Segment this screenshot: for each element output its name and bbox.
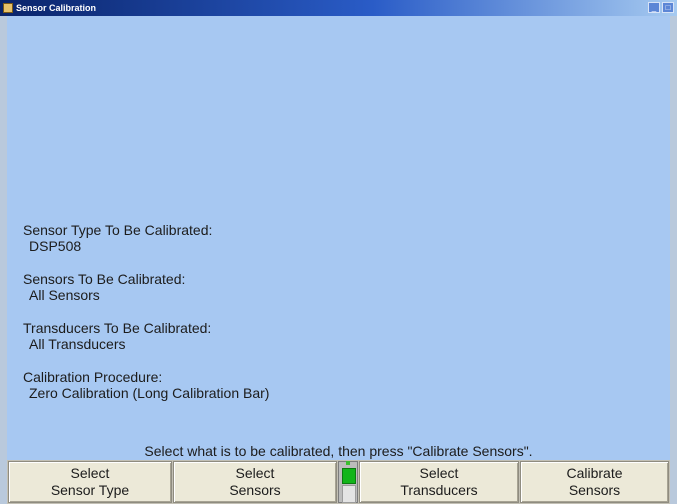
main-panel: Sensor Type To Be Calibrated: DSP508 Sen… — [7, 16, 670, 460]
button-line1: Select — [419, 465, 459, 481]
button-line2: Sensor Type — [50, 482, 130, 498]
sensors-group: Sensors To Be Calibrated: All Sensors — [23, 271, 269, 303]
indicator-cap — [346, 461, 350, 465]
maximize-icon[interactable]: □ — [662, 2, 674, 13]
window-controls: _ □ — [648, 2, 674, 13]
button-line2: Transducers — [400, 482, 478, 498]
sensor-type-label: Sensor Type To Be Calibrated: — [23, 222, 213, 238]
transducers-value: All Transducers — [29, 336, 126, 352]
function-key-bar: Select Sensor Type Select Sensors Select… — [7, 460, 670, 504]
transducers-label: Transducers To Be Calibrated: — [23, 320, 212, 336]
procedure-group: Calibration Procedure: Zero Calibration … — [23, 369, 269, 401]
window-title: Sensor Calibration — [16, 3, 97, 13]
button-line2: Sensors — [229, 482, 281, 498]
app-icon — [3, 3, 13, 13]
minimize-icon[interactable]: _ — [648, 2, 660, 13]
sensors-label: Sensors To Be Calibrated: — [23, 271, 186, 287]
sensor-type-group: Sensor Type To Be Calibrated: DSP508 — [23, 222, 269, 254]
select-sensor-type-button[interactable]: Select Sensor Type — [8, 461, 172, 503]
button-line1: Select — [235, 465, 275, 481]
procedure-value: Zero Calibration (Long Calibration Bar) — [29, 385, 270, 401]
procedure-label: Calibration Procedure: — [23, 369, 163, 385]
indicator-green-light — [342, 468, 356, 484]
button-line1: Calibrate — [566, 465, 623, 481]
sensors-value: All Sensors — [29, 287, 100, 303]
indicator-grey-light — [342, 485, 356, 503]
status-indicator — [338, 461, 358, 503]
select-sensors-button[interactable]: Select Sensors — [173, 461, 337, 503]
transducers-group: Transducers To Be Calibrated: All Transd… — [23, 320, 269, 352]
sensor-type-value: DSP508 — [29, 238, 82, 254]
select-transducers-button[interactable]: Select Transducers — [359, 461, 519, 503]
title-bar[interactable]: Sensor Calibration _ □ — [0, 0, 677, 16]
calibrate-sensors-button[interactable]: Calibrate Sensors — [520, 461, 669, 503]
instruction-text: Select what is to be calibrated, then pr… — [144, 443, 533, 459]
button-line1: Select — [70, 465, 110, 481]
button-line2: Sensors — [568, 482, 621, 498]
calibration-info: Sensor Type To Be Calibrated: DSP508 Sen… — [23, 222, 269, 418]
